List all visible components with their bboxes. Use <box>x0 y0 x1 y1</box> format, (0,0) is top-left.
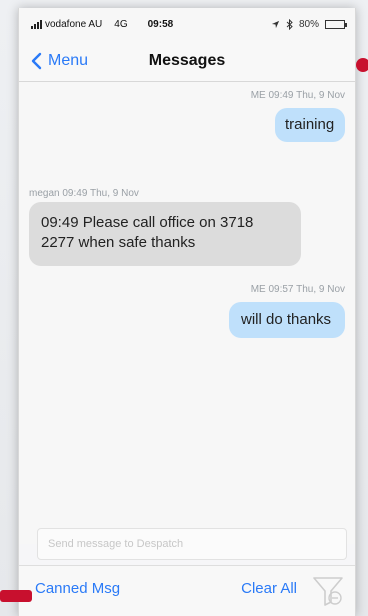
message-list[interactable]: ME 09:49 Thu, 9 Nov training megan 09:49… <box>19 82 355 544</box>
annotation-marker-dot <box>356 58 368 72</box>
navigation-bar: Menu Messages <box>19 40 355 82</box>
status-time: 09:58 <box>147 18 174 30</box>
status-right: 80% <box>271 18 347 30</box>
network-type: 4G <box>114 18 128 30</box>
message-text-line: 2277 when safe thanks <box>41 234 196 251</box>
clear-all-button[interactable]: Clear All <box>241 580 297 597</box>
menu-back-label: Menu <box>48 51 89 69</box>
canned-msg-button[interactable]: Canned Msg <box>35 580 120 597</box>
message-meta: ME 09:57 Thu, 9 Nov <box>250 284 345 295</box>
chevron-left-icon <box>31 52 42 69</box>
battery-percentage: 80% <box>298 18 319 30</box>
carrier-name: vodafone AU <box>45 18 103 30</box>
message-bubble-received[interactable]: 09:49 Please call office on 3718 2277 wh… <box>29 202 301 266</box>
phone-screen: vodafone AU 4G 09:58 80% Menu Messages M… <box>18 8 356 616</box>
menu-back-button[interactable]: Menu <box>29 52 88 70</box>
message-bubble-sent[interactable]: will do thanks <box>229 302 345 338</box>
message-input[interactable] <box>46 537 338 551</box>
location-arrow-icon <box>271 20 280 28</box>
screenshot-page: vodafone AU 4G 09:58 80% Menu Messages M… <box>0 0 368 616</box>
annotation-marker-tab <box>0 590 32 602</box>
battery-icon <box>325 19 347 29</box>
message-text-line: 09:49 Please call office on 3718 <box>41 214 254 231</box>
bluetooth-icon <box>286 18 293 30</box>
funnel-filter-icon[interactable] <box>311 574 345 608</box>
signal-strength-icon <box>31 19 42 29</box>
bottom-toolbar: Canned Msg Clear All <box>19 565 355 616</box>
status-bar: vodafone AU 4G 09:58 80% <box>19 8 355 40</box>
message-meta: ME 09:49 Thu, 9 Nov <box>250 90 345 101</box>
message-meta: megan 09:49 Thu, 9 Nov <box>29 188 139 199</box>
compose-box <box>37 528 347 560</box>
message-bubble-sent[interactable]: training <box>275 108 345 142</box>
